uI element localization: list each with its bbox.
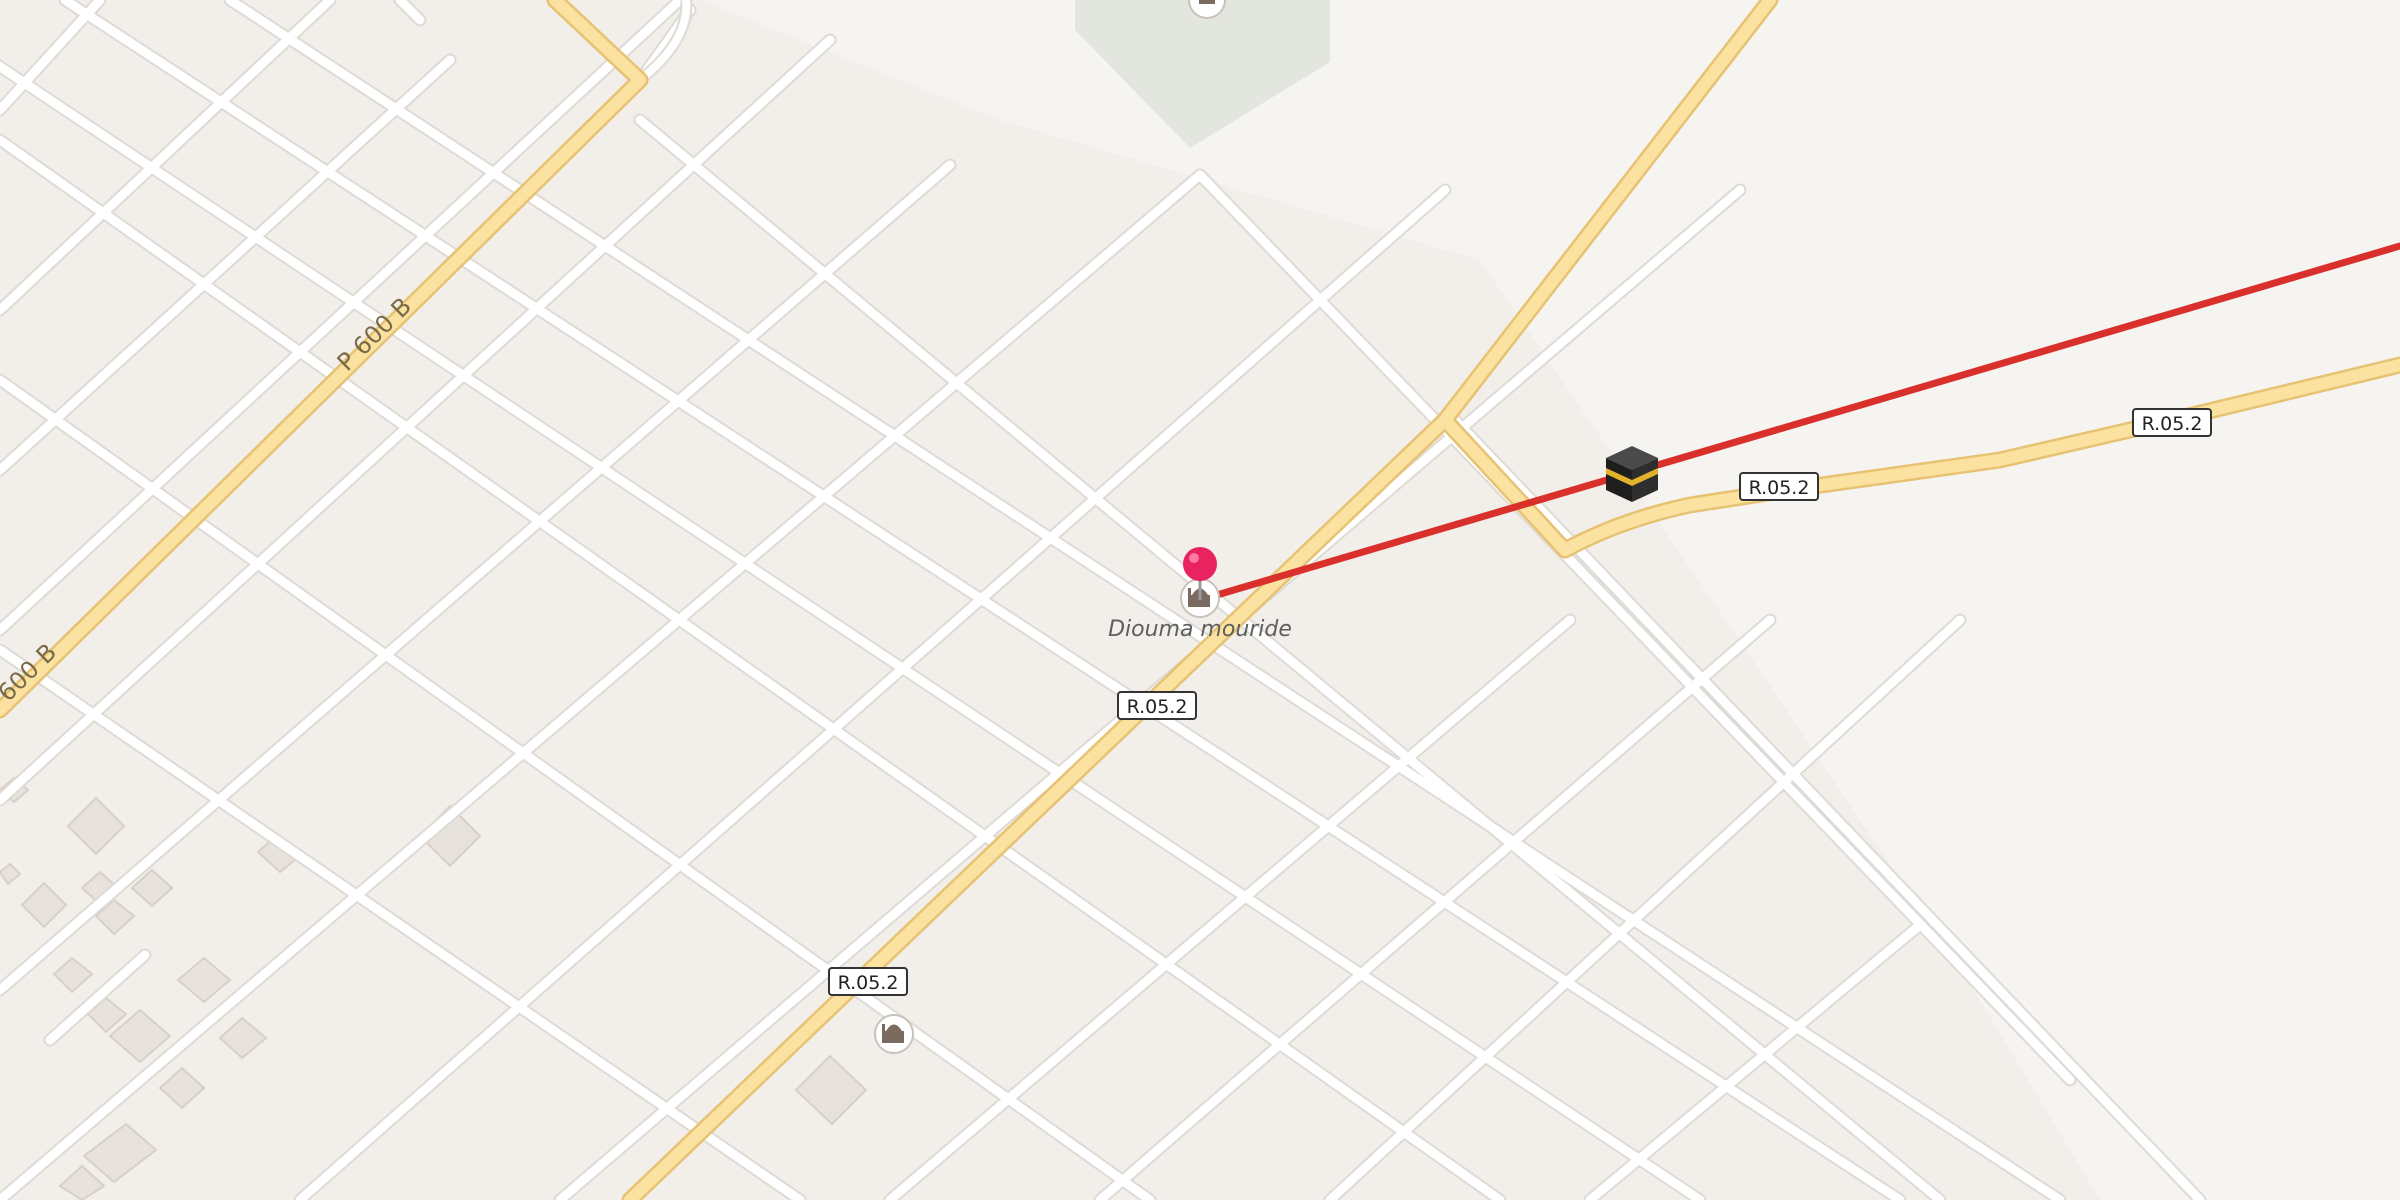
- kaaba-icon[interactable]: [1606, 446, 1658, 502]
- route-shield-label: R.05.2: [2142, 413, 2203, 435]
- route-shield: R.05.2: [2132, 408, 2212, 437]
- place-label: Diouma mouride: [1108, 617, 1292, 642]
- route-shield-label: R.05.2: [1127, 696, 1188, 718]
- mosque-icon[interactable]: [874, 1014, 914, 1054]
- route-shield-label: R.05.2: [838, 972, 899, 994]
- route-shield: R.05.2: [828, 967, 908, 996]
- route-shield-label: R.05.2: [1749, 477, 1810, 499]
- map-canvas[interactable]: P 600 B P 600 B R.05.2 R.05.2 R.05.2 R.0…: [0, 0, 2400, 1200]
- route-shield: R.05.2: [1117, 691, 1197, 720]
- route-shield: R.05.2: [1739, 472, 1819, 501]
